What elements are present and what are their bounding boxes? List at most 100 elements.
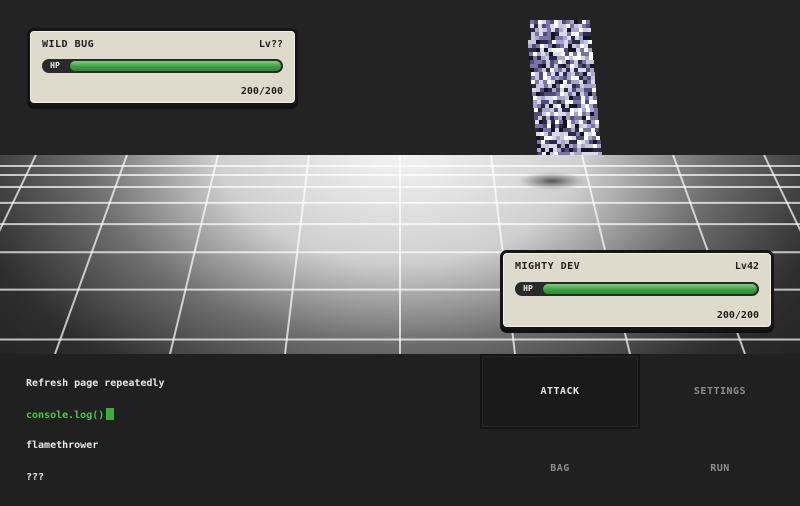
move-option-flamethrower[interactable]: flamethrower <box>26 440 98 451</box>
run-button[interactable]: RUN <box>640 431 800 506</box>
sprite-pixel <box>548 40 552 44</box>
sprite-pixel <box>544 48 548 52</box>
sprite-pixel <box>569 144 573 148</box>
sprite-pixel <box>560 84 564 88</box>
sprite-pixel <box>538 112 542 116</box>
sprite-pixel <box>595 124 599 128</box>
sprite-pixel <box>564 40 568 44</box>
sprite-pixel <box>535 120 539 124</box>
settings-button[interactable]: SETTINGS <box>640 354 800 429</box>
sprite-pixel <box>538 108 542 112</box>
sprite-pixel <box>551 76 555 80</box>
move-option-unknown[interactable]: ??? <box>26 472 44 483</box>
sprite-pixel <box>572 40 576 44</box>
sprite-pixel <box>538 20 542 24</box>
sprite-pixel <box>561 148 565 152</box>
sprite-pixel <box>567 128 571 132</box>
sprite-pixel <box>565 144 569 148</box>
sprite-pixel <box>587 32 591 36</box>
sprite-pixel <box>559 72 563 76</box>
sprite-pixel <box>555 80 559 84</box>
move-option-refresh[interactable]: Refresh page repeatedly <box>26 378 164 389</box>
sprite-pixel <box>547 120 551 124</box>
sprite-pixel <box>533 52 537 56</box>
sprite-pixel <box>578 60 582 64</box>
sprite-pixel <box>580 136 584 140</box>
sprite-pixel <box>588 44 592 48</box>
sprite-pixel <box>557 52 561 56</box>
sprite-pixel <box>566 108 570 112</box>
sprite-pixel <box>559 120 563 124</box>
sprite-pixel <box>537 96 541 100</box>
sprite-pixel <box>589 140 593 144</box>
sprite-pixel <box>547 72 551 76</box>
sprite-pixel <box>593 144 597 148</box>
sprite-pixel <box>578 108 582 112</box>
sprite-pixel <box>539 72 543 76</box>
sprite-pixel <box>562 64 566 68</box>
sprite-pixel <box>545 100 549 104</box>
sprite-pixel <box>575 36 579 40</box>
sprite-pixel <box>559 76 563 80</box>
sprite-pixel <box>578 112 582 116</box>
sprite-pixel <box>540 44 544 48</box>
sprite-pixel <box>578 152 582 156</box>
sprite-pixel <box>576 88 580 92</box>
sprite-pixel <box>588 92 592 96</box>
sprite-pixel <box>541 140 545 144</box>
sprite-pixel <box>557 144 561 148</box>
attack-button[interactable]: ATTACK <box>480 354 640 429</box>
sprite-pixel <box>529 56 533 60</box>
sprite-pixel <box>537 100 541 104</box>
sprite-pixel <box>535 72 539 76</box>
sprite-pixel <box>580 84 584 88</box>
sprite-pixel <box>549 96 553 100</box>
sprite-pixel <box>586 152 590 156</box>
sprite-pixel <box>560 132 564 136</box>
move-option-console-log[interactable]: console.log() <box>26 408 115 421</box>
sprite-pixel <box>589 100 593 104</box>
sprite-pixel <box>565 52 569 56</box>
sprite-pixel <box>593 104 597 108</box>
sprite-pixel <box>539 120 543 124</box>
sprite-pixel <box>560 92 564 96</box>
sprite-pixel <box>563 128 567 132</box>
sprite-pixel <box>547 76 551 80</box>
sprite-pixel <box>550 116 554 120</box>
sprite-pixel <box>533 96 537 100</box>
sprite-pixel <box>566 20 570 24</box>
sprite-pixel <box>538 116 542 120</box>
sprite-pixel <box>580 48 584 52</box>
sprite-pixel <box>584 44 588 48</box>
sprite-pixel <box>534 60 538 64</box>
sprite-pixel <box>562 116 566 120</box>
sprite-pixel <box>597 144 601 148</box>
sprite-pixel <box>575 32 579 36</box>
sprite-pixel <box>566 116 570 120</box>
sprite-pixel <box>531 36 535 40</box>
sprite-pixel <box>588 84 592 88</box>
sprite-pixel <box>561 140 565 144</box>
sprite-pixel <box>552 88 556 92</box>
sprite-pixel <box>556 40 560 44</box>
sprite-pixel <box>579 36 583 40</box>
sprite-pixel <box>530 60 534 64</box>
sprite-pixel <box>565 100 569 104</box>
sprite-pixel <box>532 88 536 92</box>
sprite-pixel <box>582 24 586 28</box>
sprite-pixel <box>570 20 574 24</box>
sprite-pixel <box>572 44 576 48</box>
sprite-pixel <box>579 76 583 80</box>
sprite-pixel <box>567 76 571 80</box>
sprite-pixel <box>545 56 549 60</box>
sprite-pixel <box>558 152 562 156</box>
bag-button[interactable]: BAG <box>480 431 640 506</box>
sprite-pixel <box>587 76 591 80</box>
sprite-pixel <box>555 76 559 80</box>
sprite-pixel <box>546 68 550 72</box>
sprite-pixel <box>558 60 562 64</box>
sprite-pixel <box>557 104 561 108</box>
sprite-pixel <box>554 68 558 72</box>
sprite-pixel <box>579 124 583 128</box>
sprite-pixel <box>585 104 589 108</box>
